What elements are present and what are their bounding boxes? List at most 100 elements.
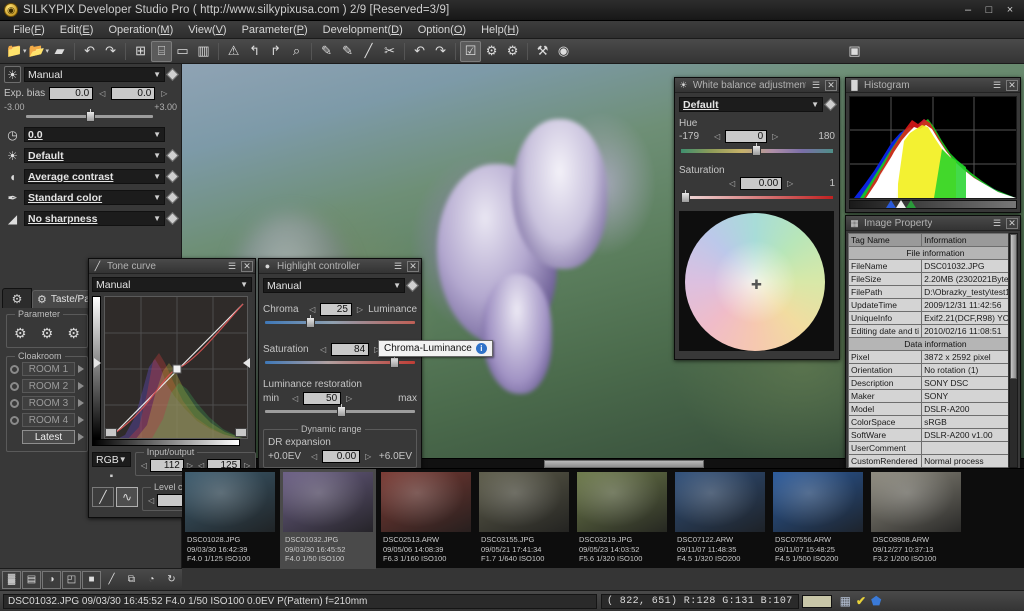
- spot-removal-icon[interactable]: ✂: [379, 41, 400, 62]
- hue-value[interactable]: 0: [725, 130, 768, 143]
- slider-knob[interactable]: [305, 315, 315, 328]
- thumbnail-item[interactable]: DSC08908.ARW 09/12/27 10:37:13 F3.2 1/200 …: [868, 469, 964, 569]
- close-icon[interactable]: ✕: [407, 260, 419, 272]
- zoom-icon[interactable]: ⌕: [286, 41, 307, 62]
- cloakroom-room-row[interactable]: ROOM 4: [10, 413, 84, 427]
- tone-curve-toggle-icon[interactable]: ◰: [62, 570, 81, 589]
- panel-menu-icon[interactable]: ☰: [392, 261, 404, 272]
- image-property-vscrollbar[interactable]: [1009, 233, 1018, 468]
- room-radio-3[interactable]: [10, 398, 19, 408]
- menu-item-parameter[interactable]: Parameter(P): [235, 23, 315, 37]
- slider-knob[interactable]: [85, 109, 95, 122]
- table-row[interactable]: Maker SONY: [848, 389, 1008, 403]
- room-expand-icon[interactable]: [78, 382, 84, 390]
- cloakroom-room-row[interactable]: ROOM 2: [10, 379, 84, 393]
- luminance-restoration-slider[interactable]: [265, 404, 415, 419]
- single-view-icon[interactable]: ▭: [172, 41, 193, 62]
- panel-menu-icon[interactable]: ☰: [226, 261, 238, 272]
- tab-gear-plus[interactable]: ⚙: [2, 288, 32, 308]
- table-row[interactable]: Pixel 3872 x 2592 pixel: [848, 350, 1008, 364]
- table-row[interactable]: Model DSLR-A200: [848, 402, 1008, 416]
- rotate-tool-icon[interactable]: ↻: [162, 571, 181, 589]
- rotate-right-icon[interactable]: ↱: [265, 41, 286, 62]
- close-icon[interactable]: ✕: [1006, 217, 1018, 229]
- thumbnail-item[interactable]: DSC03155.JPG 09/05/21 17:41:34 F1.7 1/640 …: [476, 469, 572, 569]
- menu-item-development[interactable]: Development(D): [316, 23, 410, 37]
- cloakroom-room-row[interactable]: ROOM 3: [10, 396, 84, 410]
- exposure-bias-slider[interactable]: -3.00 +3.00: [4, 102, 177, 124]
- rotate-left-icon[interactable]: ↰: [244, 41, 265, 62]
- table-row[interactable]: ColorSpace sRGB: [848, 415, 1008, 429]
- spin-left-icon[interactable]: ◁: [712, 132, 722, 141]
- cloakroom-latest-row[interactable]: Latest: [22, 430, 84, 444]
- table-row[interactable]: Orientation No rotation (1): [848, 363, 1008, 377]
- rotate-ccw-icon[interactable]: ↶: [409, 41, 430, 62]
- thumbnail-image[interactable]: [577, 472, 667, 532]
- left-marker-icon[interactable]: [94, 358, 101, 368]
- open-folder-icon[interactable]: 📁: [4, 41, 25, 62]
- table-row[interactable]: Editing date and ti 2010/02/16 11:08:51: [848, 324, 1008, 338]
- exposure-icon[interactable]: ☀: [4, 66, 21, 83]
- display-setting-icon[interactable]: ▣: [844, 41, 865, 62]
- thumbnail-image[interactable]: [185, 472, 275, 532]
- thumbnail-filmstrip[interactable]: DSC01028.JPG 09/03/30 16:42:39 F4.0 1/125 …: [182, 468, 1024, 569]
- lens-aberration-icon[interactable]: ◔: [142, 571, 161, 589]
- white-balance-combo[interactable]: Default ▼: [24, 148, 165, 163]
- thumbnail-item[interactable]: DSC01032.JPG 09/03/30 16:45:52 F4.0 1/50 I…: [280, 469, 376, 569]
- mid-point-marker[interactable]: [896, 200, 906, 208]
- maximize-button[interactable]: □: [983, 4, 995, 16]
- spin-right-icon[interactable]: ▷: [344, 394, 354, 403]
- wb-saturation-slider[interactable]: [681, 190, 833, 205]
- thumbnail-image[interactable]: [675, 472, 765, 532]
- image-property-toggle-icon[interactable]: ▤: [22, 570, 41, 589]
- close-button[interactable]: ×: [1004, 4, 1016, 16]
- panel-menu-icon[interactable]: ☰: [991, 80, 1003, 91]
- table-row[interactable]: Description SONY DSC: [848, 376, 1008, 390]
- parameter-delete-icon[interactable]: ⚙: [67, 325, 80, 342]
- combination-view-icon[interactable]: ⌸: [151, 40, 173, 62]
- warning-icon[interactable]: ⚠: [223, 41, 244, 62]
- chroma-slider[interactable]: [265, 315, 415, 330]
- white-balance-picker-icon[interactable]: ✎: [316, 41, 337, 62]
- white-point-marker[interactable]: [906, 200, 916, 208]
- spin-right-icon[interactable]: ▷: [363, 452, 373, 461]
- cloakroom-room-row[interactable]: ROOM 1: [10, 362, 84, 376]
- tone-curve-editor[interactable]: [92, 296, 252, 446]
- white-balance-reset-icon[interactable]: [166, 149, 179, 162]
- spin-left-icon[interactable]: ◁: [290, 394, 300, 403]
- slider-knob[interactable]: [389, 355, 399, 368]
- column-header[interactable]: Information: [921, 233, 1008, 247]
- menu-item-view[interactable]: View(V): [181, 23, 233, 37]
- table-row[interactable]: CustomRendered Normal process: [848, 454, 1008, 468]
- wb-saturation-value[interactable]: 0.00: [740, 177, 783, 190]
- spin-right-icon[interactable]: ▷: [785, 179, 795, 188]
- scrollbar-thumb[interactable]: [1010, 234, 1017, 379]
- white-balance-preset-combo[interactable]: Default ▼: [679, 97, 823, 112]
- thumbnail-image[interactable]: [773, 472, 863, 532]
- thumbnail-image[interactable]: [381, 472, 471, 532]
- thumbnail-item[interactable]: DSC03219.JPG 09/05/23 14:03:52 F5.6 1/320 …: [574, 469, 670, 569]
- exposure-mode-combo[interactable]: Manual ▼: [24, 67, 165, 82]
- highlight-controller-toggle-icon[interactable]: ■: [82, 570, 101, 589]
- gamma-combo[interactable]: 0.0 ▼: [24, 127, 165, 142]
- exposure-bias-value[interactable]: 0.0: [49, 87, 94, 100]
- spin-left-icon[interactable]: ◁: [307, 305, 317, 314]
- menu-item-file[interactable]: File(F): [6, 23, 52, 37]
- tone-curve-panel-header[interactable]: ╱ Tone curve ☰ ✕: [89, 259, 255, 274]
- color-combo[interactable]: Standard color ▼: [24, 190, 165, 205]
- white-balance-panel-header[interactable]: ☀ White balance adjustment ☰ ✕: [675, 78, 839, 93]
- contrast-icon[interactable]: ◖: [4, 168, 21, 185]
- hammer-tool-icon[interactable]: ⚒: [532, 41, 553, 62]
- slider-knob[interactable]: [337, 404, 346, 417]
- menu-item-edit[interactable]: Edit(E): [53, 23, 101, 37]
- tone-curve-mode-combo[interactable]: Manual ▼: [92, 277, 252, 292]
- color-icon[interactable]: ✒: [4, 189, 21, 206]
- monitor-icon[interactable]: ▦: [840, 594, 851, 608]
- panel-menu-icon[interactable]: ☰: [810, 80, 822, 91]
- parameter-add-icon[interactable]: ⚙: [14, 325, 27, 342]
- compare-view-icon[interactable]: ▥: [193, 41, 214, 62]
- lock-icon[interactable]: ⬟: [871, 594, 881, 608]
- color-reset-icon[interactable]: [166, 191, 179, 204]
- spin-left-icon[interactable]: ◁: [139, 461, 149, 470]
- latest-expand-icon[interactable]: [78, 433, 84, 441]
